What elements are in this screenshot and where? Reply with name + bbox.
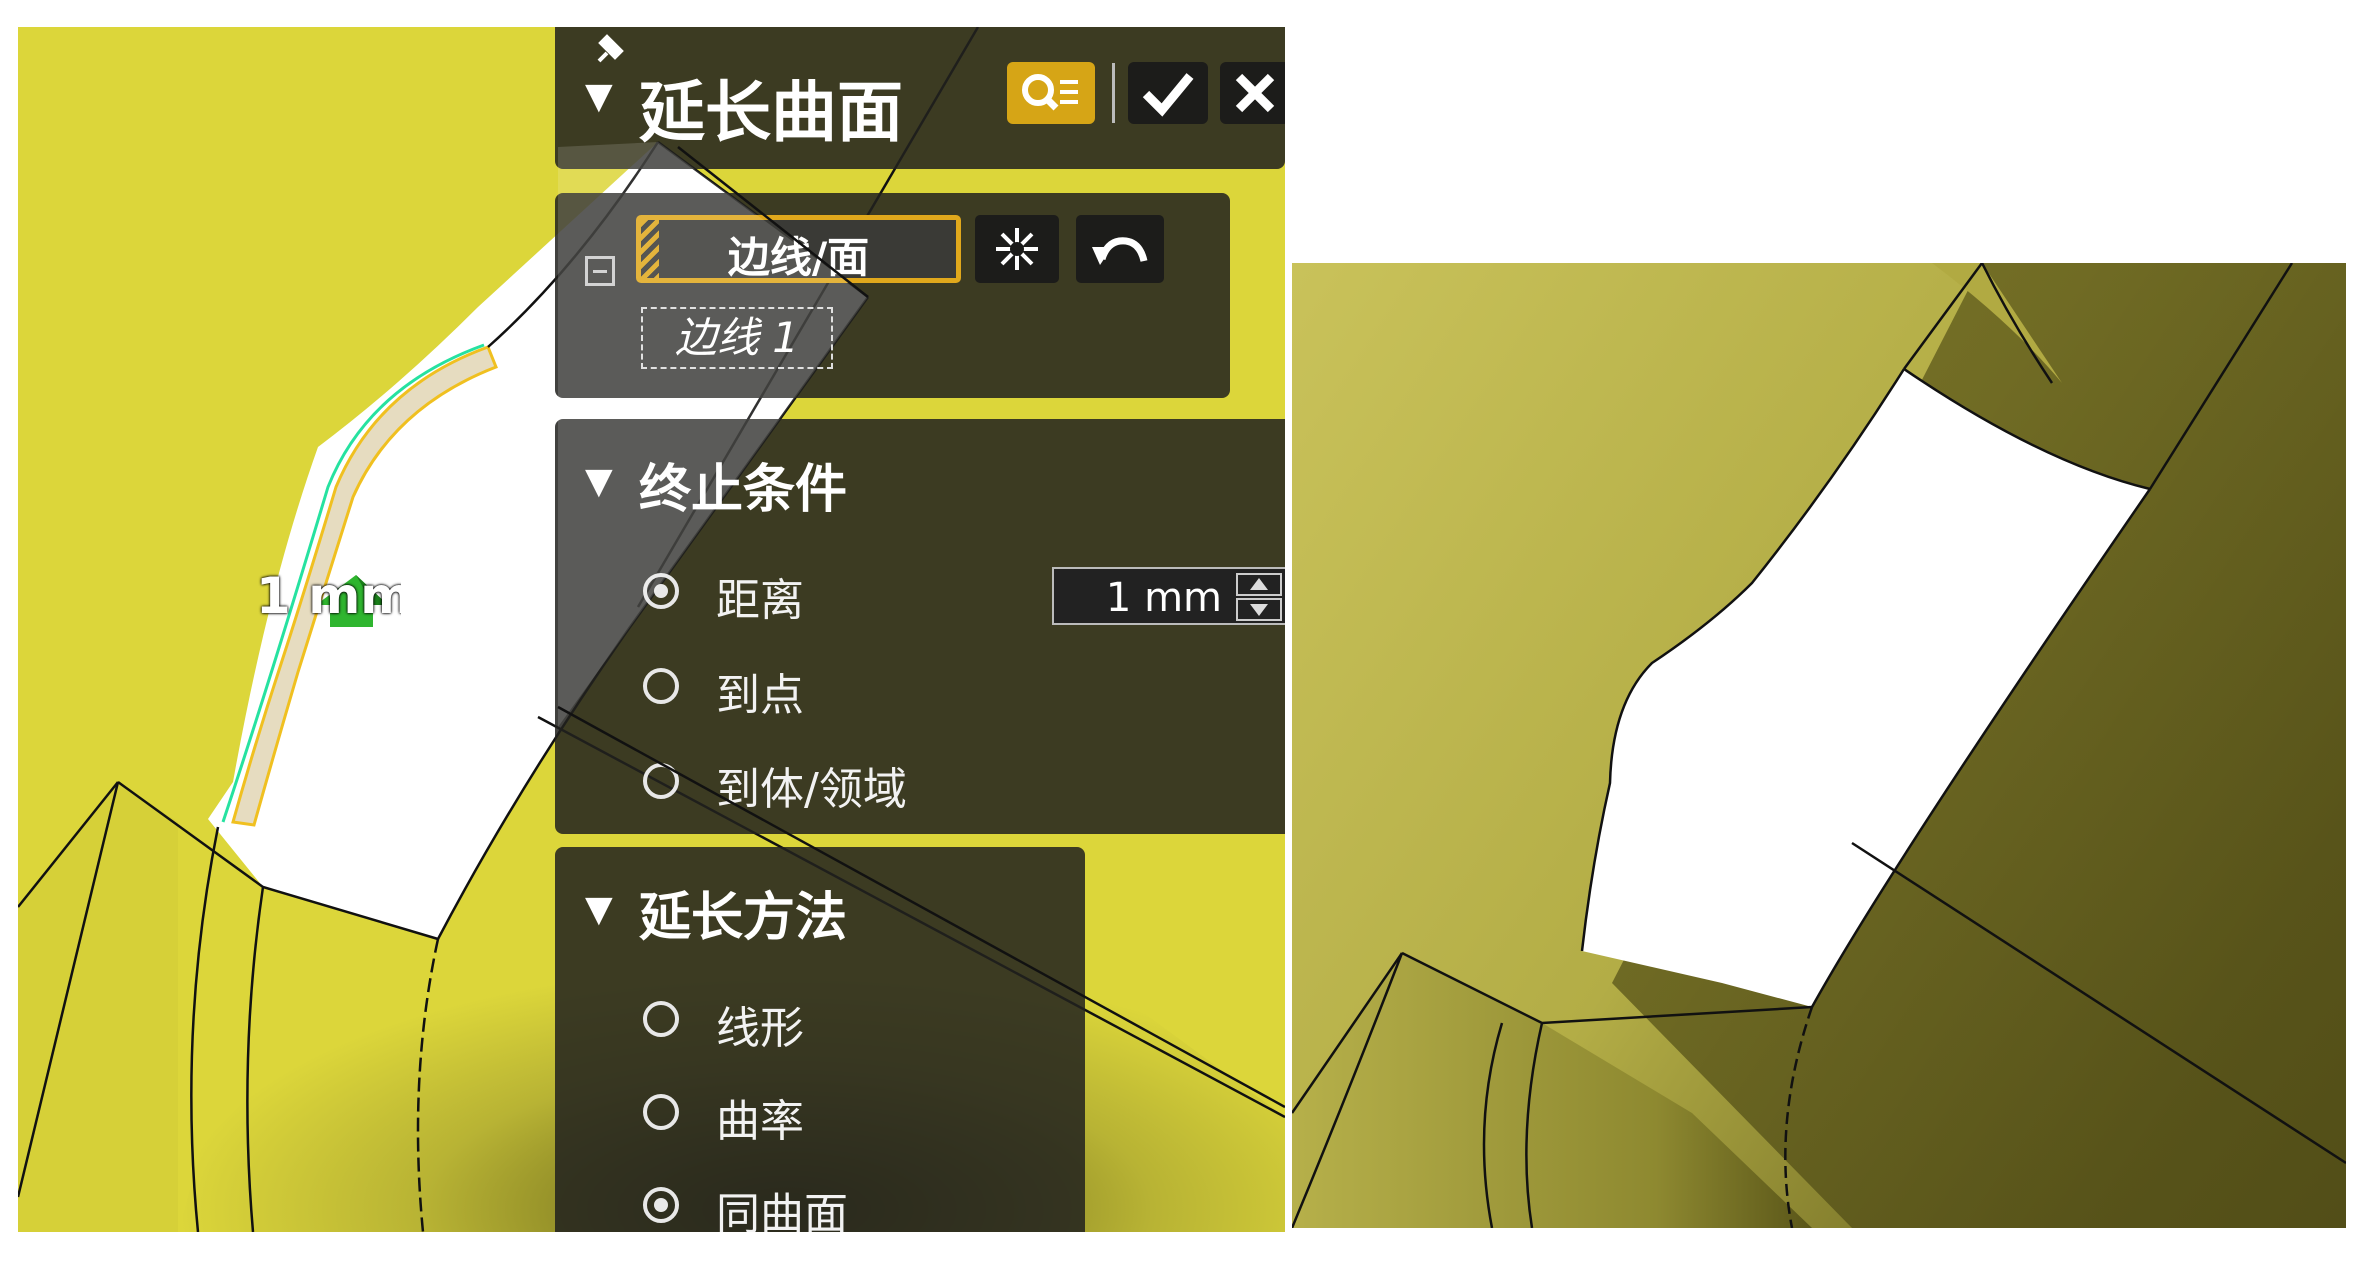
spinner-up-icon[interactable]: [1236, 573, 1282, 596]
selected-item-edge-1[interactable]: 边线 1: [641, 307, 833, 369]
tangent-propagate-icon: [996, 228, 1038, 270]
graphics-viewport-after[interactable]: [1292, 263, 2346, 1228]
distance-drag-label[interactable]: 1 mm: [256, 567, 401, 625]
selection-panel: 边线/面 边线 1: [555, 193, 1230, 398]
radio-same-surface-label[interactable]: 同曲面: [716, 1178, 848, 1232]
cancel-button[interactable]: [1220, 62, 1285, 124]
extension-method-panel: ▼ 延长方法 线形 曲率 同曲面: [555, 847, 1085, 1232]
collapse-triangle-icon[interactable]: ▼: [585, 892, 613, 928]
radio-to-point-label[interactable]: 到点: [716, 659, 804, 723]
radio-same-surface[interactable]: [643, 1187, 679, 1223]
preview-eye-icon: [1022, 74, 1078, 111]
undo-arrow-icon: [1092, 237, 1148, 265]
tangent-propagate-button[interactable]: [975, 215, 1059, 283]
extension-method-title: 延长方法: [639, 888, 848, 948]
preview-button[interactable]: [1007, 62, 1095, 124]
radio-curvature-label[interactable]: 曲率: [716, 1085, 804, 1149]
panel-title: 延长曲面: [639, 74, 903, 151]
end-condition-title: 终止条件: [639, 460, 848, 520]
confirm-button[interactable]: [1128, 62, 1208, 124]
toolbar-divider: [1112, 63, 1115, 123]
collapse-triangle-icon[interactable]: ▼: [585, 79, 613, 115]
radio-distance-label[interactable]: 距离: [716, 564, 804, 628]
radio-to-body[interactable]: [643, 763, 679, 799]
model-surface-right: [1292, 263, 2346, 1228]
radio-to-body-label[interactable]: 到体/领域: [716, 753, 907, 817]
graphics-viewport-before[interactable]: 1 mm ▼ 延长曲面 边线/面 边线 1 ▼ 终止条件 距离 1 mm 到点 …: [18, 27, 1285, 1232]
end-condition-panel: ▼ 终止条件 距离 1 mm 到点 到体/领域: [555, 419, 1285, 834]
pin-icon[interactable]: [589, 31, 629, 71]
edge-face-selector[interactable]: 边线/面: [636, 215, 961, 283]
undo-button[interactable]: [1076, 215, 1164, 283]
radio-distance[interactable]: [643, 573, 679, 609]
close-icon: [1235, 73, 1275, 113]
radio-to-point[interactable]: [643, 668, 679, 704]
distance-value: 1 mm: [1105, 575, 1222, 621]
radio-linear[interactable]: [643, 1001, 679, 1037]
radio-curvature[interactable]: [643, 1094, 679, 1130]
collapse-minus-icon[interactable]: [585, 256, 615, 286]
selector-label: 边线/面: [727, 233, 870, 282]
distance-input[interactable]: 1 mm: [1052, 567, 1285, 625]
spinner-down-icon[interactable]: [1236, 598, 1282, 621]
collapse-triangle-icon[interactable]: ▼: [585, 464, 613, 500]
checkmark-icon: [1142, 73, 1194, 117]
radio-linear-label[interactable]: 线形: [716, 992, 804, 1056]
feature-header-panel: ▼ 延长曲面: [555, 27, 1285, 169]
